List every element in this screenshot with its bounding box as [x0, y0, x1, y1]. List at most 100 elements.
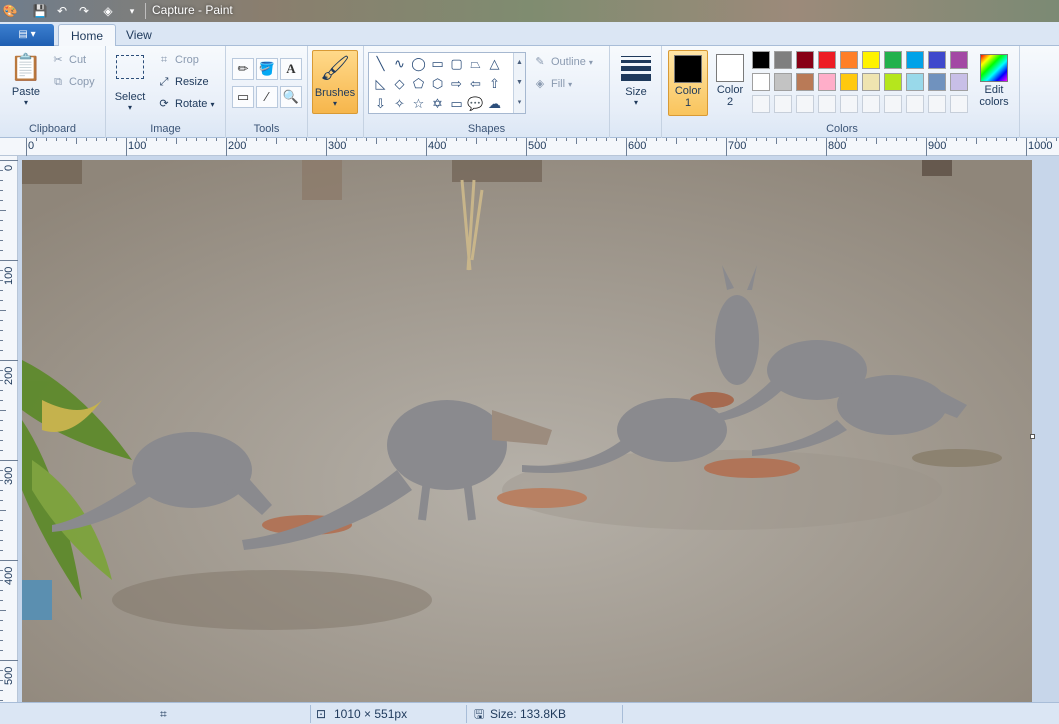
palette-color-swatch[interactable]	[840, 51, 858, 69]
outline-button[interactable]: ✎ Outline ▾	[532, 52, 593, 72]
palette-color-swatch[interactable]	[752, 51, 770, 69]
down-arrow-shape-icon[interactable]: ⇩	[371, 94, 390, 113]
expand-gallery-icon[interactable]: ▾	[514, 93, 525, 113]
palette-custom-swatch[interactable]	[774, 95, 792, 113]
resize-button[interactable]: ⤢ Resize	[156, 72, 209, 92]
paint-bucket-quick-icon[interactable]: ◈	[100, 3, 116, 19]
redo-icon[interactable]: ↷	[76, 3, 92, 19]
palette-custom-swatch[interactable]	[950, 95, 968, 113]
ruler-tick	[0, 290, 3, 291]
canvas-workspace[interactable]	[18, 156, 1059, 702]
pentagon-shape-icon[interactable]: ⬠	[409, 74, 428, 93]
triangle-shape-icon[interactable]: △	[485, 54, 504, 73]
fill-bucket-icon[interactable]: 🪣	[256, 58, 278, 80]
rounded-rectangle-shape-icon[interactable]: ▢	[447, 54, 466, 73]
pencil-icon[interactable]: ✏	[232, 58, 254, 80]
palette-color-swatch[interactable]	[928, 73, 946, 91]
palette-custom-swatch[interactable]	[818, 95, 836, 113]
fill-button[interactable]: ◈ Fill ▾	[532, 74, 572, 94]
ruler-tick	[126, 138, 127, 156]
ruler-tick	[0, 490, 3, 491]
tab-home[interactable]: Home	[58, 24, 117, 47]
rotate-button[interactable]: ⟳ Rotate ▾	[156, 94, 214, 114]
shapes-scrollbar[interactable]: ▲ ▼ ▾	[513, 53, 525, 113]
line-shape-icon[interactable]: ╲	[371, 54, 390, 73]
palette-color-swatch[interactable]	[796, 51, 814, 69]
four-point-star-shape-icon[interactable]: ✧	[390, 94, 409, 113]
palette-custom-swatch[interactable]	[884, 95, 902, 113]
size-button[interactable]: Size ▾	[616, 50, 656, 107]
save-icon[interactable]: 💾	[32, 3, 48, 19]
select-button[interactable]: Select ▾	[110, 50, 150, 112]
crop-button[interactable]: ⌗ Crop	[156, 50, 199, 70]
right-arrow-shape-icon[interactable]: ⇨	[447, 74, 466, 93]
ruler-tick	[0, 650, 3, 651]
palette-color-swatch[interactable]	[906, 51, 924, 69]
palette-color-swatch[interactable]	[818, 73, 836, 91]
palette-custom-swatch[interactable]	[928, 95, 946, 113]
paint-app-icon[interactable]: 🎨	[2, 3, 18, 19]
five-point-star-shape-icon[interactable]: ☆	[409, 94, 428, 113]
rounded-callout-shape-icon[interactable]: ▭	[447, 94, 466, 113]
undo-icon[interactable]: ↶	[54, 3, 70, 19]
palette-custom-swatch[interactable]	[840, 95, 858, 113]
palette-color-swatch[interactable]	[950, 73, 968, 91]
scroll-down-icon[interactable]: ▼	[514, 73, 525, 93]
oval-callout-shape-icon[interactable]: 💬	[466, 94, 485, 113]
left-arrow-shape-icon[interactable]: ⇦	[466, 74, 485, 93]
palette-color-swatch[interactable]	[840, 73, 858, 91]
ruler-tick	[156, 138, 157, 141]
copy-button[interactable]: ⧉ Copy	[50, 72, 95, 92]
ruler-tick	[486, 138, 487, 141]
eraser-icon[interactable]: ▭	[232, 86, 254, 108]
diamond-shape-icon[interactable]: ◇	[390, 74, 409, 93]
canvas-image[interactable]	[22, 160, 1032, 702]
palette-color-swatch[interactable]	[950, 51, 968, 69]
edit-colors-button[interactable]: Edit colors	[974, 50, 1014, 108]
palette-color-swatch[interactable]	[796, 73, 814, 91]
ruler-tick	[926, 138, 927, 156]
resize-handle-right[interactable]	[1030, 434, 1035, 439]
palette-color-swatch[interactable]	[862, 73, 880, 91]
palette-color-swatch[interactable]	[906, 73, 924, 91]
color-picker-icon[interactable]: ⁄	[256, 86, 278, 108]
ruler-tick	[886, 138, 887, 141]
palette-color-swatch[interactable]	[774, 51, 792, 69]
paint-menu-button[interactable]: ▤ ▾	[0, 24, 54, 46]
up-arrow-shape-icon[interactable]: ⇧	[485, 74, 504, 93]
tab-view[interactable]: View	[114, 24, 164, 47]
curve-shape-icon[interactable]: ∿	[390, 54, 409, 73]
ruler-tick	[0, 690, 3, 691]
palette-color-swatch[interactable]	[752, 73, 770, 91]
hexagon-shape-icon[interactable]: ⬡	[428, 74, 447, 93]
palette-color-swatch[interactable]	[884, 73, 902, 91]
ruler-tick	[696, 138, 697, 141]
ruler-label: 200	[228, 140, 247, 152]
ruler-tick	[0, 450, 3, 451]
magnifier-icon[interactable]: 🔍	[280, 86, 302, 108]
rectangle-shape-icon[interactable]: ▭	[428, 54, 447, 73]
ruler-label: 0	[3, 164, 15, 171]
palette-color-swatch[interactable]	[884, 51, 902, 69]
palette-color-swatch[interactable]	[862, 51, 880, 69]
cloud-callout-shape-icon[interactable]: ☁	[485, 94, 504, 113]
cut-button[interactable]: ✂ Cut	[50, 50, 86, 70]
palette-color-swatch[interactable]	[774, 73, 792, 91]
ruler-tick	[966, 138, 967, 141]
scroll-up-icon[interactable]: ▲	[514, 53, 525, 73]
ruler-tick	[816, 138, 817, 141]
palette-color-swatch[interactable]	[818, 51, 836, 69]
text-tool-icon[interactable]: A	[280, 58, 302, 80]
palette-color-swatch[interactable]	[928, 51, 946, 69]
palette-custom-swatch[interactable]	[906, 95, 924, 113]
customize-toolbar-chevron-icon[interactable]: ▾	[124, 3, 140, 19]
palette-custom-swatch[interactable]	[862, 95, 880, 113]
paste-button[interactable]: 📋 Paste ▾	[6, 50, 46, 107]
palette-custom-swatch[interactable]	[796, 95, 814, 113]
paste-dropdown-icon: ▾	[23, 98, 28, 107]
right-triangle-shape-icon[interactable]: ◺	[371, 74, 390, 93]
six-point-star-shape-icon[interactable]: ✡	[428, 94, 447, 113]
oval-shape-icon[interactable]: ◯	[409, 54, 428, 73]
polygon-shape-icon[interactable]: ⏢	[466, 54, 485, 73]
palette-custom-swatch[interactable]	[752, 95, 770, 113]
